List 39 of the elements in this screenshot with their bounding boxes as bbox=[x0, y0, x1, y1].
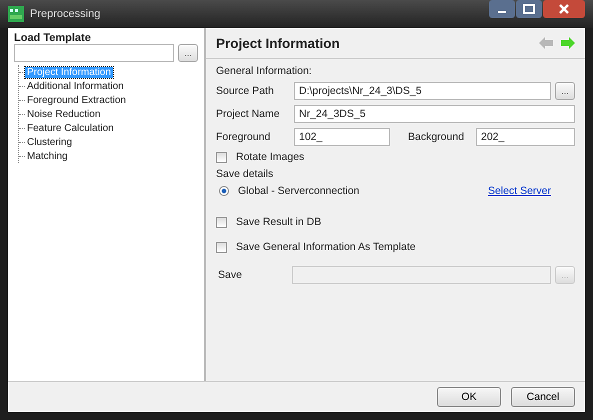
checkbox-label: Rotate Images bbox=[236, 151, 304, 163]
background-field[interactable]: 202_ bbox=[476, 128, 575, 146]
cancel-button[interactable]: Cancel bbox=[511, 387, 575, 407]
maximize-icon[interactable] bbox=[516, 0, 542, 18]
foreground-field[interactable]: 102_ bbox=[294, 128, 390, 146]
project-name-field[interactable]: Nr_24_3DS_5 bbox=[294, 105, 575, 123]
checkbox[interactable] bbox=[216, 216, 227, 228]
forward-arrow-icon[interactable] bbox=[561, 37, 575, 49]
browse-button[interactable]: ... bbox=[555, 82, 575, 100]
tree-item[interactable]: Feature Calculation bbox=[25, 122, 116, 134]
checkbox-label: Save Result in DB bbox=[236, 216, 322, 228]
checkbox[interactable] bbox=[216, 152, 227, 162]
section-label: General Information: bbox=[216, 65, 313, 77]
load-template-label: Load Template bbox=[14, 32, 92, 44]
panel-title: Project Information bbox=[216, 36, 340, 50]
field-label: Source Path bbox=[216, 85, 275, 97]
tree-item[interactable]: Foreground Extraction bbox=[25, 94, 128, 106]
field-label: Project Name bbox=[216, 108, 281, 120]
section-label: Save details bbox=[216, 168, 274, 180]
window-title: Preprocessing bbox=[30, 8, 100, 20]
checkbox[interactable] bbox=[216, 242, 227, 252]
app-icon bbox=[8, 6, 24, 22]
radio-button[interactable] bbox=[219, 186, 229, 196]
template-field[interactable] bbox=[14, 44, 174, 62]
ok-button[interactable]: OK bbox=[437, 387, 501, 407]
field-label: Foreground bbox=[216, 131, 272, 143]
source-path-field[interactable]: D:\projects\Nr_24_3\DS_5 bbox=[294, 82, 551, 100]
minimize-icon[interactable] bbox=[489, 0, 515, 18]
tree-item[interactable]: Clustering bbox=[25, 136, 74, 148]
tree-item[interactable]: Noise Reduction bbox=[25, 108, 102, 120]
field-label: Background bbox=[408, 131, 466, 143]
radio-label: Global - Serverconnection bbox=[238, 185, 360, 197]
tree-item[interactable]: Matching bbox=[25, 150, 70, 162]
select-server-link[interactable]: Select Server bbox=[488, 185, 551, 197]
close-icon[interactable] bbox=[543, 0, 585, 18]
tree-item[interactable]: Additional Information bbox=[25, 80, 126, 92]
browse-button[interactable]: ... bbox=[178, 44, 198, 62]
checkbox-label: Save General Information As Template bbox=[236, 241, 416, 253]
field-label: Save bbox=[218, 269, 243, 281]
